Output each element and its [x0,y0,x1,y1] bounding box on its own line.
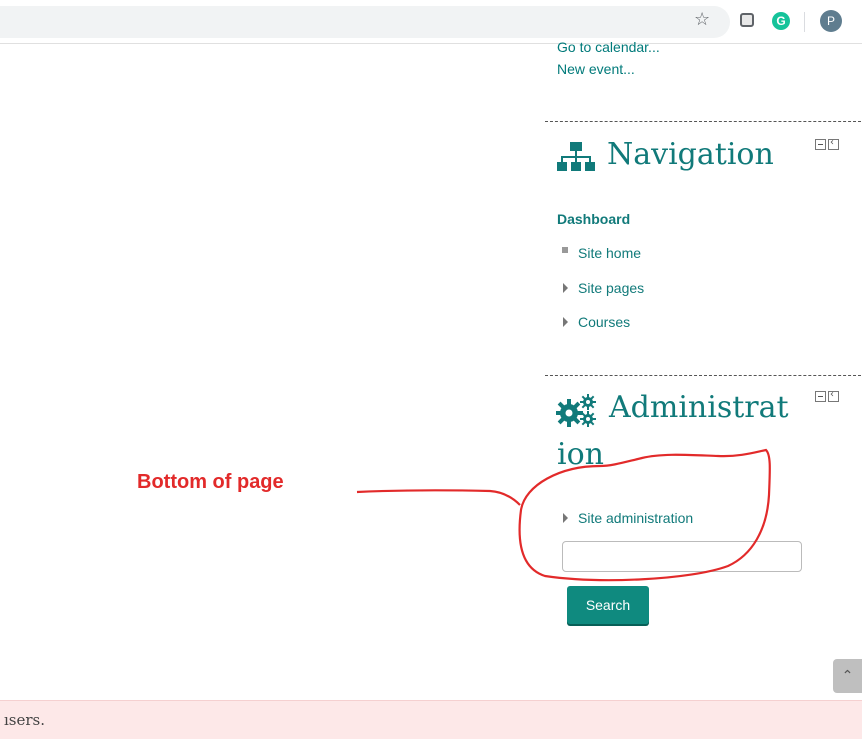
expand-arrow-icon [563,283,568,294]
annotation-label: Bottom of page [137,471,284,493]
chevron-up-icon: ⌃ [841,668,854,684]
annotation-arrow-line [356,489,521,506]
address-bar[interactable] [0,6,730,38]
block-divider [545,375,861,376]
expand-arrow-icon [563,317,568,328]
profile-avatar[interactable]: P [820,10,842,32]
search-button[interactable]: Search [567,586,649,624]
nav-item-site-administration[interactable]: Site administration [562,510,693,526]
navigation-block-controls [815,137,841,157]
dock-block-icon[interactable] [828,137,839,150]
alert-bar: ısers. [0,700,862,739]
grammarly-icon[interactable]: G [772,12,790,30]
alert-text: ısers. [4,711,46,729]
gears-icon [556,394,596,427]
nav-item-label: Site administration [578,510,694,526]
collapse-block-icon[interactable] [815,391,826,402]
toolbar-divider [0,43,862,44]
nav-item-label: Site pages [578,280,645,296]
expand-arrow-icon [563,513,568,524]
scroll-to-top-button[interactable]: ⌃ [833,659,862,693]
nav-item-courses[interactable]: Courses [562,314,630,330]
dashboard-link[interactable]: Dashboard [557,211,630,227]
admin-search-input[interactable] [562,541,802,572]
dock-block-icon[interactable] [828,389,839,402]
new-event-link[interactable]: New event... [557,61,635,77]
nav-item-site-pages[interactable]: Site pages [562,280,644,296]
browser-toolbar: ☆ G P [0,0,862,44]
collapse-block-icon[interactable] [815,139,826,150]
toolbar-separator [804,12,805,32]
administration-title-line1: Administrat [609,390,789,425]
bookmark-star-icon[interactable]: ☆ [694,9,710,30]
nav-item-label: Courses [578,314,631,330]
extension-cube-icon[interactable] [740,13,754,27]
administration-title-line2: ion [557,437,604,472]
navigation-title: Navigation [607,137,774,172]
annotation-overlay [356,448,771,582]
nav-item-label: Site home [578,245,642,261]
go-to-calendar-link[interactable]: Go to calendar... [557,39,660,55]
sitemap-icon [557,142,595,171]
nav-item-site-home[interactable]: Site home [562,245,641,261]
administration-block-controls [815,389,841,409]
block-divider [545,121,861,122]
bullet-icon [562,247,568,254]
